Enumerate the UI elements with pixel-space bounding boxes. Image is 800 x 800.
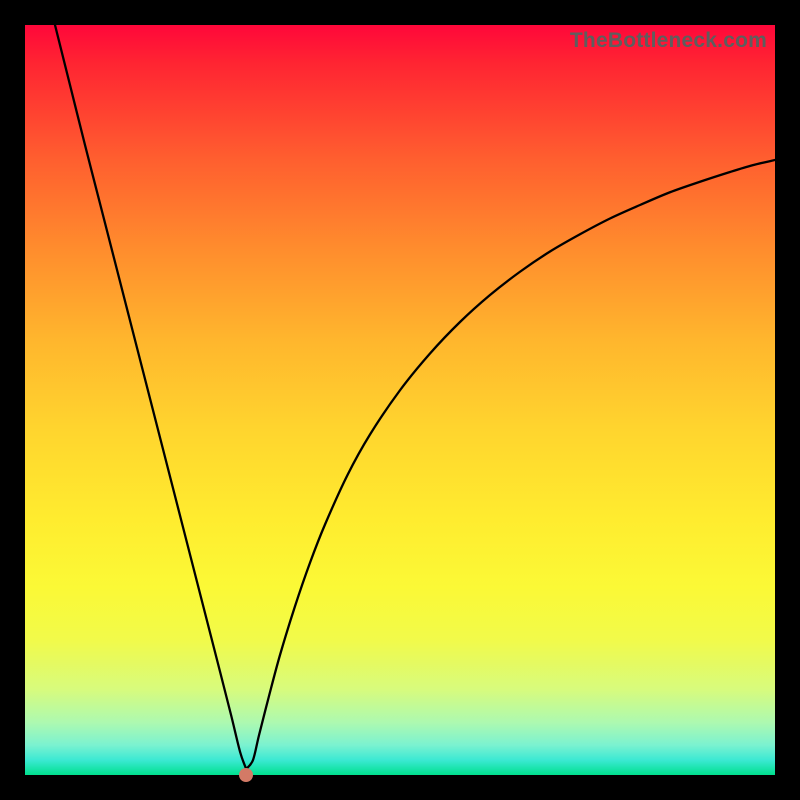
- chart-frame: { "watermark": "TheBottleneck.com", "cha…: [0, 0, 800, 800]
- plot-area: TheBottleneck.com: [25, 25, 775, 775]
- optimal-point-marker: [239, 768, 253, 782]
- curve-svg: [25, 25, 775, 775]
- bottleneck-curve: [55, 25, 775, 769]
